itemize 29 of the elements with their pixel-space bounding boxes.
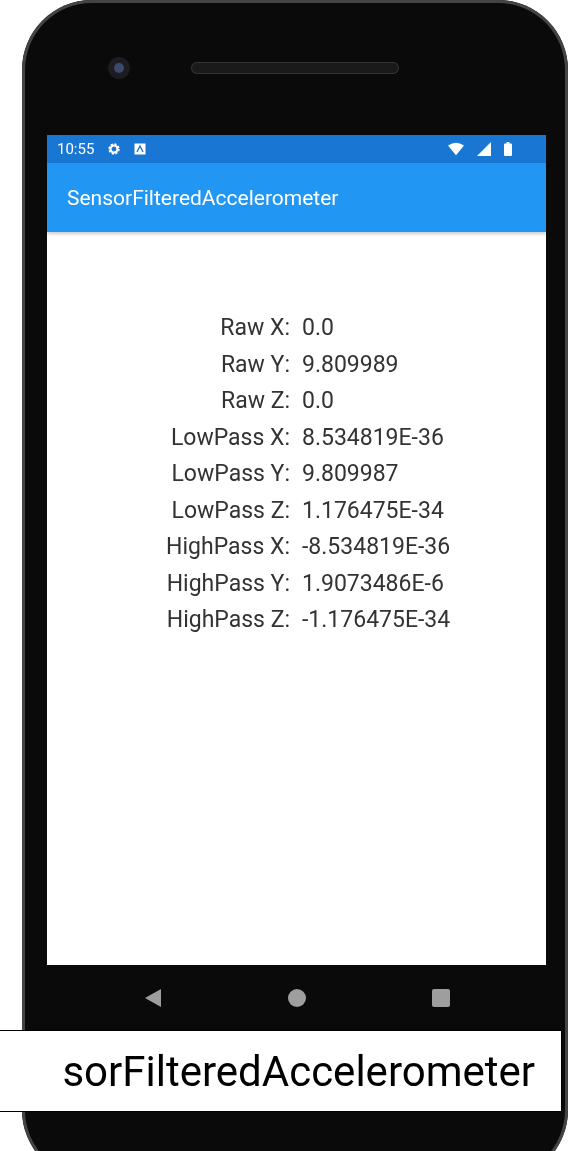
- reading-label: Raw Z:: [219, 387, 290, 416]
- reading-label: Raw Y:: [219, 350, 290, 379]
- reading-value: 8.534819E-36: [302, 423, 445, 452]
- reading-value: 9.809989: [302, 350, 400, 379]
- gear-icon: [106, 142, 123, 156]
- home-icon[interactable]: [287, 988, 306, 1007]
- camera-icon: [107, 55, 131, 80]
- wifi-icon: [448, 142, 464, 156]
- caption-label: sorFilteredAccelerometer: [0, 1030, 562, 1112]
- reading-value: 1.9073486E-6: [302, 569, 445, 598]
- reading-value: 0.0: [302, 314, 335, 343]
- back-icon[interactable]: [143, 988, 162, 1007]
- reading-label: LowPass Y:: [170, 460, 290, 489]
- reading-label: Raw X:: [219, 314, 290, 343]
- reading-label: LowPass X:: [169, 423, 290, 452]
- reading-value: 1.176475E-34: [302, 496, 445, 525]
- reading-value: 0.0: [302, 387, 335, 416]
- reading-label: HighPass Z:: [165, 606, 290, 635]
- app-title: SensorFilteredAccelerometer: [67, 185, 339, 210]
- reading-label: HighPass Y:: [165, 569, 290, 598]
- reading-label: HighPass X:: [165, 533, 290, 562]
- reading-value: 9.809987: [302, 460, 400, 489]
- reading-value: -1.176475E-34: [302, 606, 452, 635]
- recents-icon[interactable]: [431, 988, 450, 1007]
- battery-icon: [504, 142, 512, 156]
- signal-icon: [476, 142, 492, 156]
- reading-value: -8.534819E-36: [302, 533, 452, 562]
- reading-label: LowPass Z:: [170, 496, 290, 525]
- status-time: 10:55: [57, 140, 95, 158]
